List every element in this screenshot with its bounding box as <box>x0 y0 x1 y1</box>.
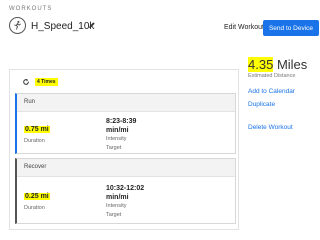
duration-label: Duration <box>24 205 45 211</box>
run-duration: 0.75 mi Duration <box>24 118 50 144</box>
intensity-label: Intensity <box>106 136 127 142</box>
distance-value: 4.35 <box>248 57 274 72</box>
run-distance-value: 0.75 mi <box>24 126 50 133</box>
run-pace-range: 8:23-8:39 <box>106 118 137 125</box>
edit-workout-button[interactable]: Edit Workout <box>224 24 264 31</box>
distance-unit: Miles <box>276 57 308 72</box>
step-type-label: Recover <box>17 159 235 177</box>
workout-title: H_Speed_10k <box>31 21 95 32</box>
workout-steps-card: 4 Times Run 0.75 mi Duration 8:23-8:39 m… <box>9 69 239 230</box>
estimated-distance-label: Estimated Distance <box>248 73 296 79</box>
recover-duration: 0.25 mi Duration <box>24 185 50 211</box>
step-type-label: Run <box>17 94 235 112</box>
duration-label: Duration <box>24 138 45 144</box>
runner-icon <box>9 17 26 34</box>
recover-intensity: 10:32-12:02 min/mi Intensity Target <box>106 184 144 220</box>
repeat-count: 4 Times <box>35 77 58 86</box>
estimated-distance: 4.35 Miles <box>248 57 318 72</box>
repeat-icon <box>23 78 29 85</box>
add-to-calendar-link[interactable]: Add to Calendar <box>248 88 295 95</box>
step-run[interactable]: Run 0.75 mi Duration 8:23-8:39 min/mi In… <box>15 93 236 154</box>
target-label: Target <box>106 212 122 218</box>
send-to-device-button[interactable]: Send to Device <box>263 20 319 36</box>
workout-header: H_Speed_10k Edit Workout Send to Device <box>9 17 319 43</box>
recover-pace-unit: min/mi <box>106 194 129 201</box>
delete-workout-link[interactable]: Delete Workout <box>248 124 293 131</box>
section-label: WORKOUTS <box>9 6 53 12</box>
distance-summary: 4.35 Miles Estimated Distance <box>248 57 318 79</box>
intensity-label: Intensity <box>106 203 127 209</box>
step-recover[interactable]: Recover 0.25 mi Duration 10:32-12:02 min… <box>15 158 236 224</box>
duplicate-link[interactable]: Duplicate <box>248 101 275 108</box>
run-intensity: 8:23-8:39 min/mi Intensity Target <box>106 117 136 153</box>
target-label: Target <box>106 145 122 151</box>
recover-distance-value: 0.25 mi <box>24 193 50 200</box>
pencil-icon[interactable] <box>88 21 96 29</box>
recover-pace-range: 10:32-12:02 <box>106 185 145 192</box>
repeat-header: 4 Times <box>22 76 58 87</box>
run-pace-unit: min/mi <box>106 127 129 134</box>
